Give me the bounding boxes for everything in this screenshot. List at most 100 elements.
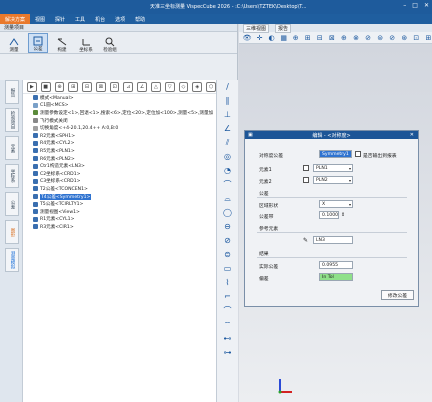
close-icon[interactable]: ✕ — [424, 2, 429, 9]
tree-tool-button[interactable]: ◈ — [192, 81, 203, 92]
minimize-icon[interactable]: – — [403, 2, 406, 9]
tree-tool-button[interactable]: ⊞ — [68, 81, 79, 92]
tolerance-tool-icon[interactable]: ⌔ — [223, 320, 233, 329]
element1-checkbox[interactable] — [303, 165, 309, 171]
tolerance-tool-icon[interactable]: ◔ — [223, 166, 233, 175]
side-tab-report[interactable]: 报告 — [5, 80, 19, 104]
tolerance-tool-icon[interactable]: ⌇ — [223, 278, 233, 287]
tree-row[interactable]: 切换角度<+4-20.1,20.4++ A:0,B:0 — [23, 124, 216, 132]
view-tool-icon[interactable]: ⊗ — [353, 34, 360, 42]
maximize-icon[interactable]: □ — [412, 2, 418, 9]
tolerance-tool-icon[interactable]: ∕ — [223, 82, 233, 91]
tree-tool-button[interactable]: ▶ — [27, 81, 37, 92]
tolerance-tool-icon[interactable]: ◯ — [223, 208, 233, 217]
tree-row[interactable]: 测量参数设定<1>,回退<1>,搜索<6>,定位<20>,定位加<100>,测量… — [23, 109, 216, 117]
measure-button[interactable]: 测量 — [4, 33, 24, 53]
inspection-group-button[interactable]: 检验组 — [100, 33, 120, 53]
tolerance-band-field[interactable]: 0.1000 — [319, 211, 339, 219]
view-tool-icon[interactable]: ▦ — [280, 34, 287, 42]
symmetry-name-field[interactable]: Symmetry1 — [319, 150, 352, 158]
tree-tool-button[interactable]: ▽ — [164, 81, 175, 92]
tree-row[interactable]: C2坐标系<CRD1> — [23, 170, 216, 178]
tree-tool-button[interactable]: ⊡ — [109, 81, 120, 92]
tree-tool-button[interactable]: ⊿ — [123, 81, 134, 92]
menu-item-probe[interactable]: 探针 — [50, 16, 70, 23]
tab-3d-view[interactable]: 三维视图 — [243, 23, 270, 33]
view-tool-icon[interactable]: ⊞ — [304, 34, 311, 42]
tree-row[interactable]: R1元素<CYL1> — [23, 216, 216, 224]
menu-item-options[interactable]: 选项 — [110, 16, 130, 23]
tree-tool-button[interactable]: ⊟ — [82, 81, 92, 92]
tree-row[interactable]: T4公差<Symmetry1> — [23, 193, 216, 201]
element2-select[interactable]: PLN2 ▾ — [313, 176, 353, 184]
view-tool-icon[interactable]: 👁 — [243, 34, 252, 42]
tree-tool-button[interactable]: ∠ — [137, 81, 148, 92]
tolerance-tool-icon[interactable]: ⊜ — [223, 250, 233, 259]
side-tab-simulation[interactable]: 测量模拟 — [5, 248, 19, 272]
tolerance-tool-icon[interactable]: ⊥ — [223, 110, 233, 119]
menu-item-machine[interactable]: 机台 — [90, 16, 110, 23]
menu-item-help[interactable]: 帮助 — [130, 16, 150, 23]
tree-tool-button[interactable]: △ — [151, 81, 161, 92]
view-tool-icon[interactable]: ⊠ — [328, 34, 335, 42]
reference-field[interactable]: LN3 — [313, 236, 353, 244]
tolerance-tool-icon[interactable]: ⌓ — [223, 194, 233, 203]
side-tab-coordinate[interactable]: 坐标系 — [5, 164, 19, 188]
reference-pick-icon[interactable]: ✎ — [303, 237, 308, 244]
element1-select[interactable]: PLN1 ▾ — [313, 164, 353, 172]
tree-row[interactable]: R4元素<CYL2> — [23, 140, 216, 148]
coordinate-button[interactable]: 坐标系 — [76, 33, 96, 53]
tree-tool-button[interactable]: ⊠ — [95, 81, 106, 92]
view-tool-icon[interactable]: ⊕ — [340, 34, 347, 42]
tree-tool-button[interactable]: ⊕ — [54, 81, 65, 92]
element2-checkbox[interactable] — [303, 177, 309, 183]
tree-row[interactable]: T2公差<TCONCEN1> — [23, 185, 216, 193]
view-tool-icon[interactable]: ◐ — [268, 34, 275, 42]
tree-row[interactable]: T5公差<TCIRLTY1> — [23, 200, 216, 208]
tolerance-tool-icon[interactable]: ⊶ — [223, 348, 233, 357]
view-tool-icon[interactable]: ⊡ — [413, 34, 420, 42]
tolerance-tool-icon[interactable]: ⊷ — [223, 334, 233, 343]
view-tool-icon[interactable]: ⊞ — [425, 34, 432, 42]
view-tool-icon[interactable]: ⊟ — [316, 34, 323, 42]
tree-row[interactable]: R2元素<SPH1> — [23, 132, 216, 140]
side-tab-elements[interactable]: 元素 — [5, 136, 19, 160]
tree-row[interactable]: R6元素<PLN2> — [23, 155, 216, 163]
tolerance-tool-icon[interactable]: ⊖ — [223, 222, 233, 231]
tolerance-tool-icon[interactable]: ⌒ — [223, 180, 233, 189]
tolerance-button[interactable]: 公差 — [28, 33, 48, 53]
tree-tool-button[interactable]: ◇ — [178, 81, 189, 92]
tolerance-tool-icon[interactable]: ⌐ — [223, 292, 233, 301]
menu-item-tools[interactable]: 工具 — [70, 16, 90, 23]
view-tool-icon[interactable]: ⊘ — [389, 34, 396, 42]
tolerance-tool-icon[interactable]: ◎ — [223, 152, 233, 161]
tab-report[interactable]: 报告 — [275, 23, 292, 33]
tree-row[interactable]: R3元素<CIR1> — [23, 223, 216, 231]
tolerance-tool-icon[interactable]: ⌒ — [223, 306, 233, 315]
tolerance-tool-icon[interactable]: ⊘ — [223, 236, 233, 245]
view-tool-icon[interactable]: ⊜ — [377, 34, 384, 42]
tolerance-band-spin-icon[interactable]: ⇕ — [341, 212, 345, 218]
zone-shape-select[interactable]: X ▾ — [319, 200, 353, 208]
output-report-checkbox[interactable] — [355, 151, 361, 157]
construct-button[interactable]: 构建 — [52, 33, 72, 53]
tolerance-tool-icon[interactable]: ⫽ — [223, 138, 233, 147]
view-tool-icon[interactable]: ⊘ — [365, 34, 372, 42]
menu-item-solution[interactable]: 解决方案 — [0, 14, 31, 24]
tolerance-tool-icon[interactable]: ∠ — [223, 124, 233, 133]
tolerance-tool-icon[interactable]: ▭ — [223, 264, 233, 273]
window-buttons[interactable]: – □ ✕ — [403, 2, 429, 9]
tree-row[interactable]: 模式<Manual> — [23, 94, 216, 102]
tree-row[interactable]: 飞行模式关闭 — [23, 117, 216, 125]
tree-tool-button[interactable]: ■ — [40, 81, 51, 92]
side-tab-tolerance[interactable]: 公差 — [5, 192, 19, 216]
view-tool-icon[interactable]: ✛ — [256, 34, 263, 42]
side-tab-graphics[interactable]: 图形 — [5, 220, 19, 244]
tree-row[interactable]: C3坐标系<CRD1> — [23, 178, 216, 186]
view-tool-icon[interactable]: ⊕ — [292, 34, 299, 42]
tree-tool-button[interactable]: ⬡ — [206, 81, 216, 92]
tree-row[interactable]: 测量视图<View1> — [23, 208, 216, 216]
view-tool-icon[interactable]: ⊛ — [401, 34, 408, 42]
side-tab-inspection[interactable]: 检验项目 — [5, 108, 19, 132]
tree-row[interactable]: R5元素<PLN1> — [23, 147, 216, 155]
